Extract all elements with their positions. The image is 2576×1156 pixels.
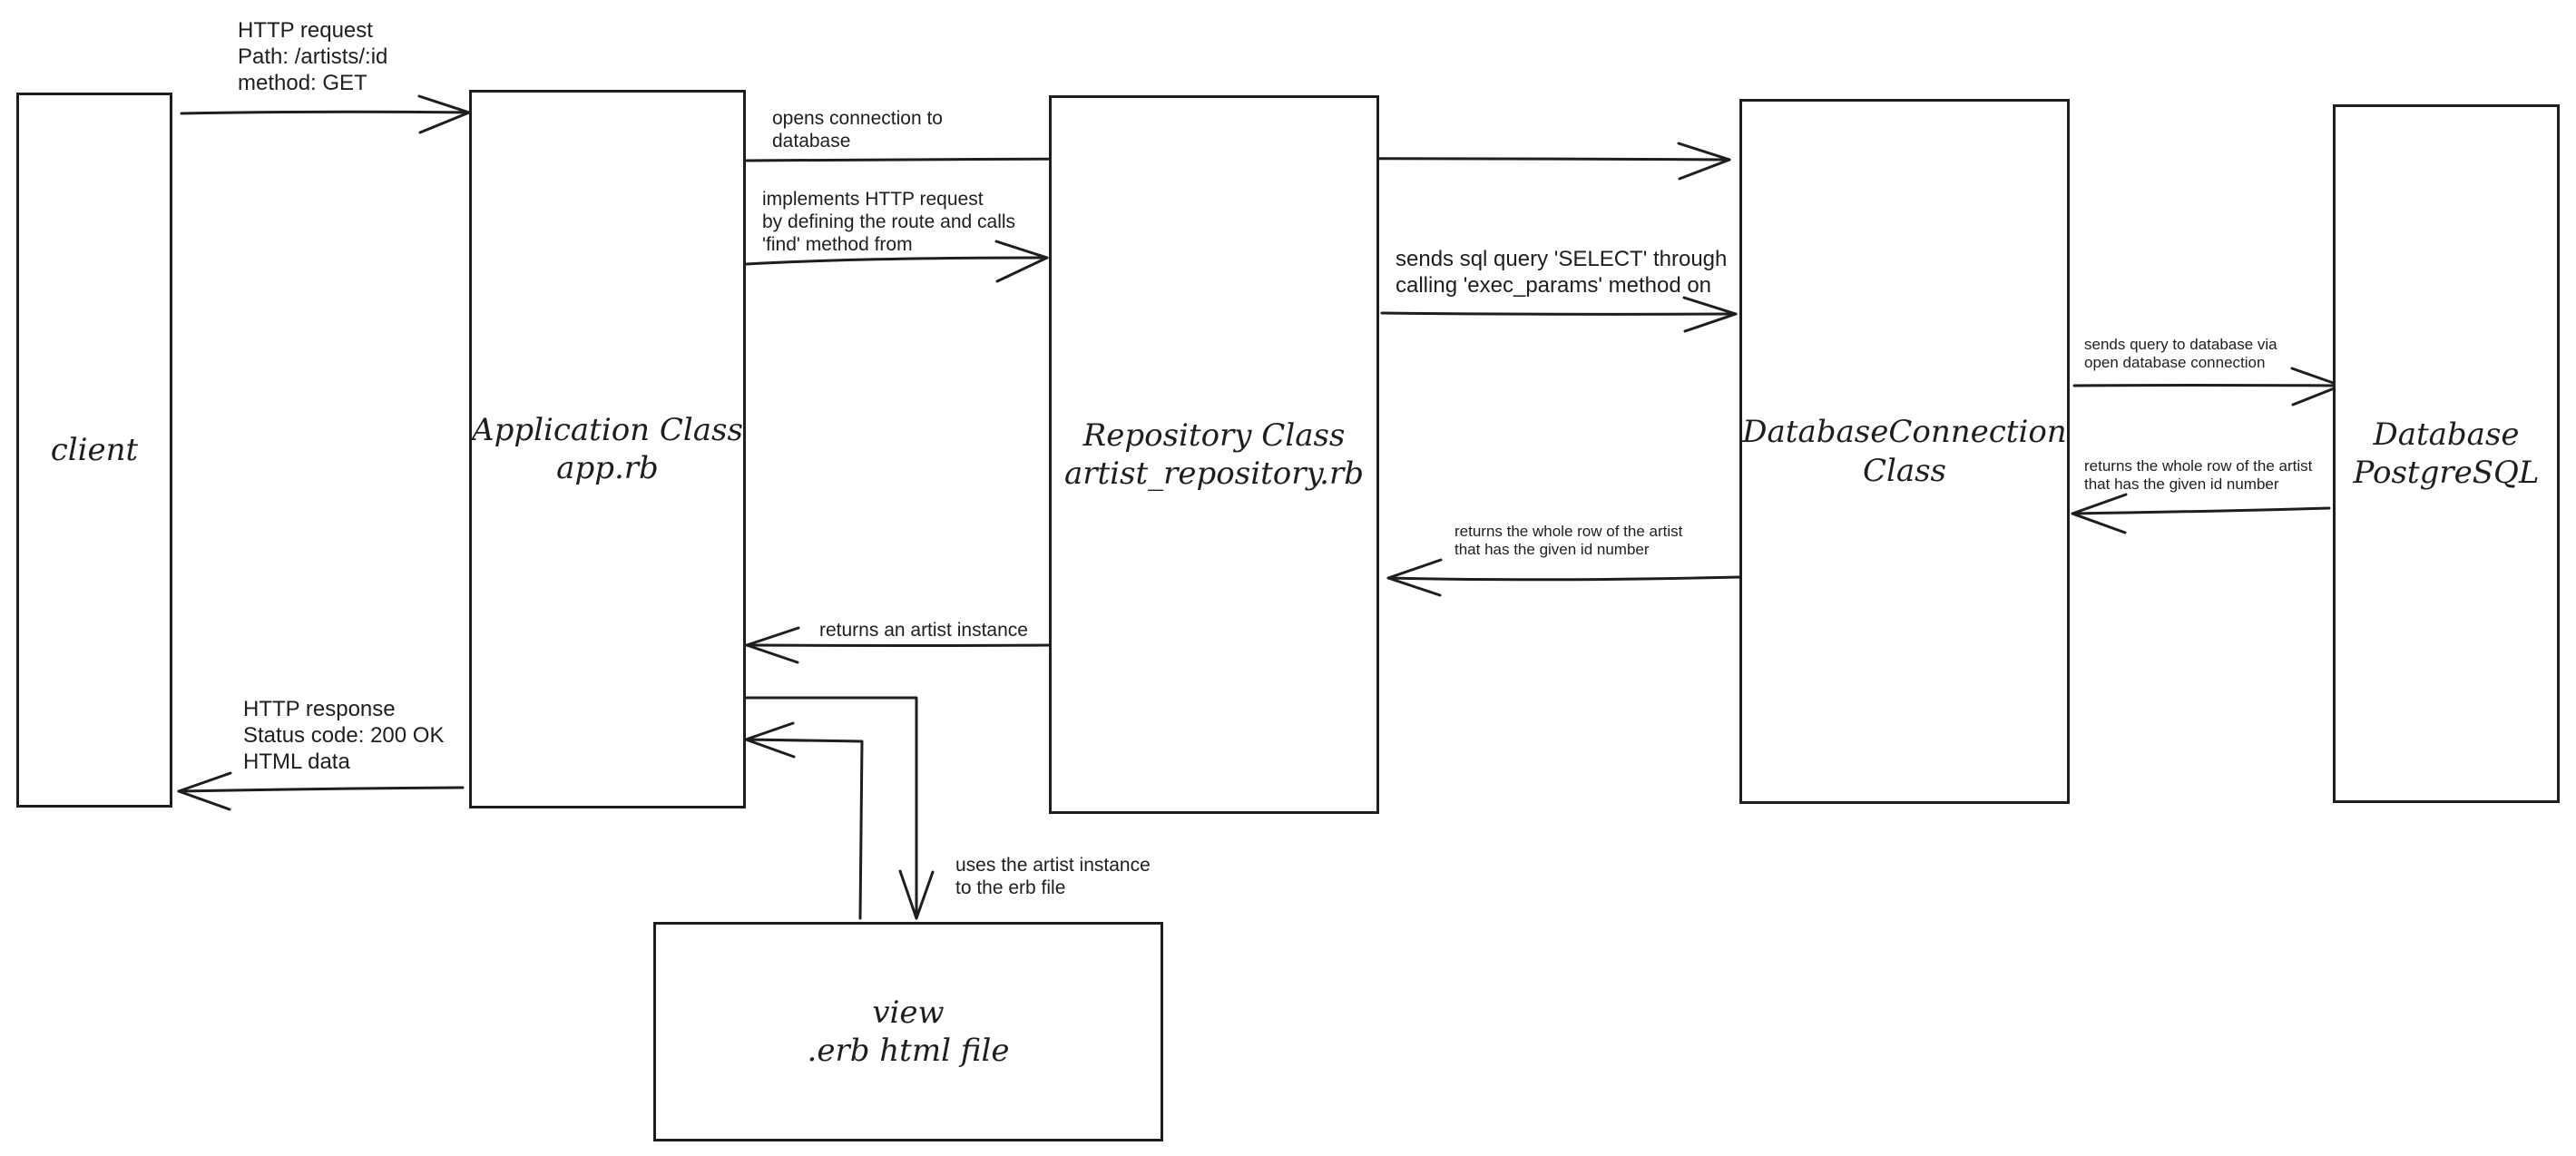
database-box: Database PostgreSQL	[2333, 104, 2560, 803]
edge-http-request-arrow	[180, 94, 471, 134]
view-box: view .erb html file	[653, 922, 1163, 1141]
edge-sends-query-db-arrow	[2072, 367, 2343, 407]
edge-returns-row-db-arrow	[2071, 493, 2331, 534]
edge-http-response-arrow	[177, 771, 465, 811]
application-class-box: Application Class app.rb	[469, 90, 746, 808]
returns-instance-label: returns an artist instance	[819, 620, 1028, 641]
http-request-label: HTTP request Path: /artists/:id method: …	[238, 18, 388, 95]
uses-instance-label: uses the artist instance to the erb file	[955, 855, 1151, 899]
sends-query-db-label: sends query to database via open databas…	[2084, 336, 2277, 372]
returns-row-conn-label: returns the whole row of the artist that…	[1455, 523, 1683, 559]
edge-sends-sql-arrow	[1380, 296, 1738, 333]
repository-class-box: Repository Class artist_repository.rb	[1049, 95, 1379, 814]
sends-sql-label: sends sql query 'SELECT' through calling…	[1396, 247, 1728, 298]
view-label: view .erb html file	[807, 994, 1010, 1070]
implements-request-label: implements HTTP request by defining the …	[762, 189, 1016, 256]
repository-class-label: Repository Class artist_repository.rb	[1063, 416, 1364, 493]
client-box: client	[16, 93, 172, 808]
application-class-label: Application Class app.rb	[472, 411, 743, 487]
opens-connection-label: opens connection to database	[772, 108, 943, 152]
edge-returns-row-conn-arrow	[1386, 558, 1742, 597]
returns-row-db-label: returns the whole row of the artist that…	[2084, 457, 2313, 494]
edge-view-return-arrow	[744, 721, 864, 920]
http-response-label: HTTP response Status code: 200 OK HTML d…	[243, 697, 445, 774]
database-label: Database PostgreSQL	[2353, 416, 2540, 492]
database-connection-class-label: DatabaseConnection Class	[1742, 414, 2067, 489]
client-label: client	[50, 431, 139, 468]
database-connection-class-box: DatabaseConnection Class	[1739, 99, 2070, 804]
architecture-diagram: client Application Class app.rb Reposito…	[0, 0, 2576, 1156]
